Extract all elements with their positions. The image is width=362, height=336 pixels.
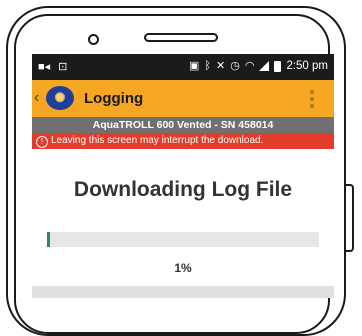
signal-icon <box>259 61 270 71</box>
nfc-icon: ▣ <box>188 60 200 72</box>
lock-icon: ⊡ <box>58 61 68 73</box>
wifi-icon: ◠ <box>244 60 255 72</box>
progress-fill <box>47 232 50 247</box>
warning-text: Leaving this screen may interrupt the do… <box>51 135 264 146</box>
video-icon: ■◂ <box>38 61 51 73</box>
back-arrow-icon[interactable]: ‹ <box>34 89 39 107</box>
warning-icon: ! <box>36 136 48 148</box>
device-info-bar: AquaTROLL 600 Vented - SN 458014 <box>32 117 334 133</box>
alarm-icon: ◷ <box>230 60 240 72</box>
earpiece-speaker <box>144 33 218 42</box>
front-camera <box>88 34 99 45</box>
warning-bar: ! Leaving this screen may interrupt the d… <box>32 133 334 149</box>
mute-icon: ✕ <box>216 60 226 72</box>
battery-icon <box>274 60 282 72</box>
screen: ■◂ ⊡ ▣ ᛒ ✕ ◷ ◠ 2:50 pm ‹ ✺ Logging AquaT… <box>32 54 334 298</box>
status-time: 2:50 pm <box>286 60 328 72</box>
app-bar: ‹ ✺ Logging <box>32 80 334 117</box>
page-title: Downloading Log File <box>73 178 293 201</box>
status-right: ▣ ᛒ ✕ ◷ ◠ 2:50 pm <box>189 59 328 73</box>
bottom-panel <box>32 286 334 298</box>
overflow-menu-icon[interactable] <box>310 90 314 108</box>
progress-label: 1% <box>174 261 192 275</box>
status-left: ■◂ ⊡ <box>38 60 67 74</box>
bluetooth-icon: ᛒ <box>204 60 211 72</box>
status-bar: ■◂ ⊡ ▣ ᛒ ✕ ◷ ◠ 2:50 pm <box>32 54 334 80</box>
progress-bar <box>47 232 319 247</box>
app-logo-icon[interactable]: ✺ <box>46 86 74 110</box>
side-button[interactable] <box>346 184 354 252</box>
app-title: Logging <box>84 90 144 107</box>
